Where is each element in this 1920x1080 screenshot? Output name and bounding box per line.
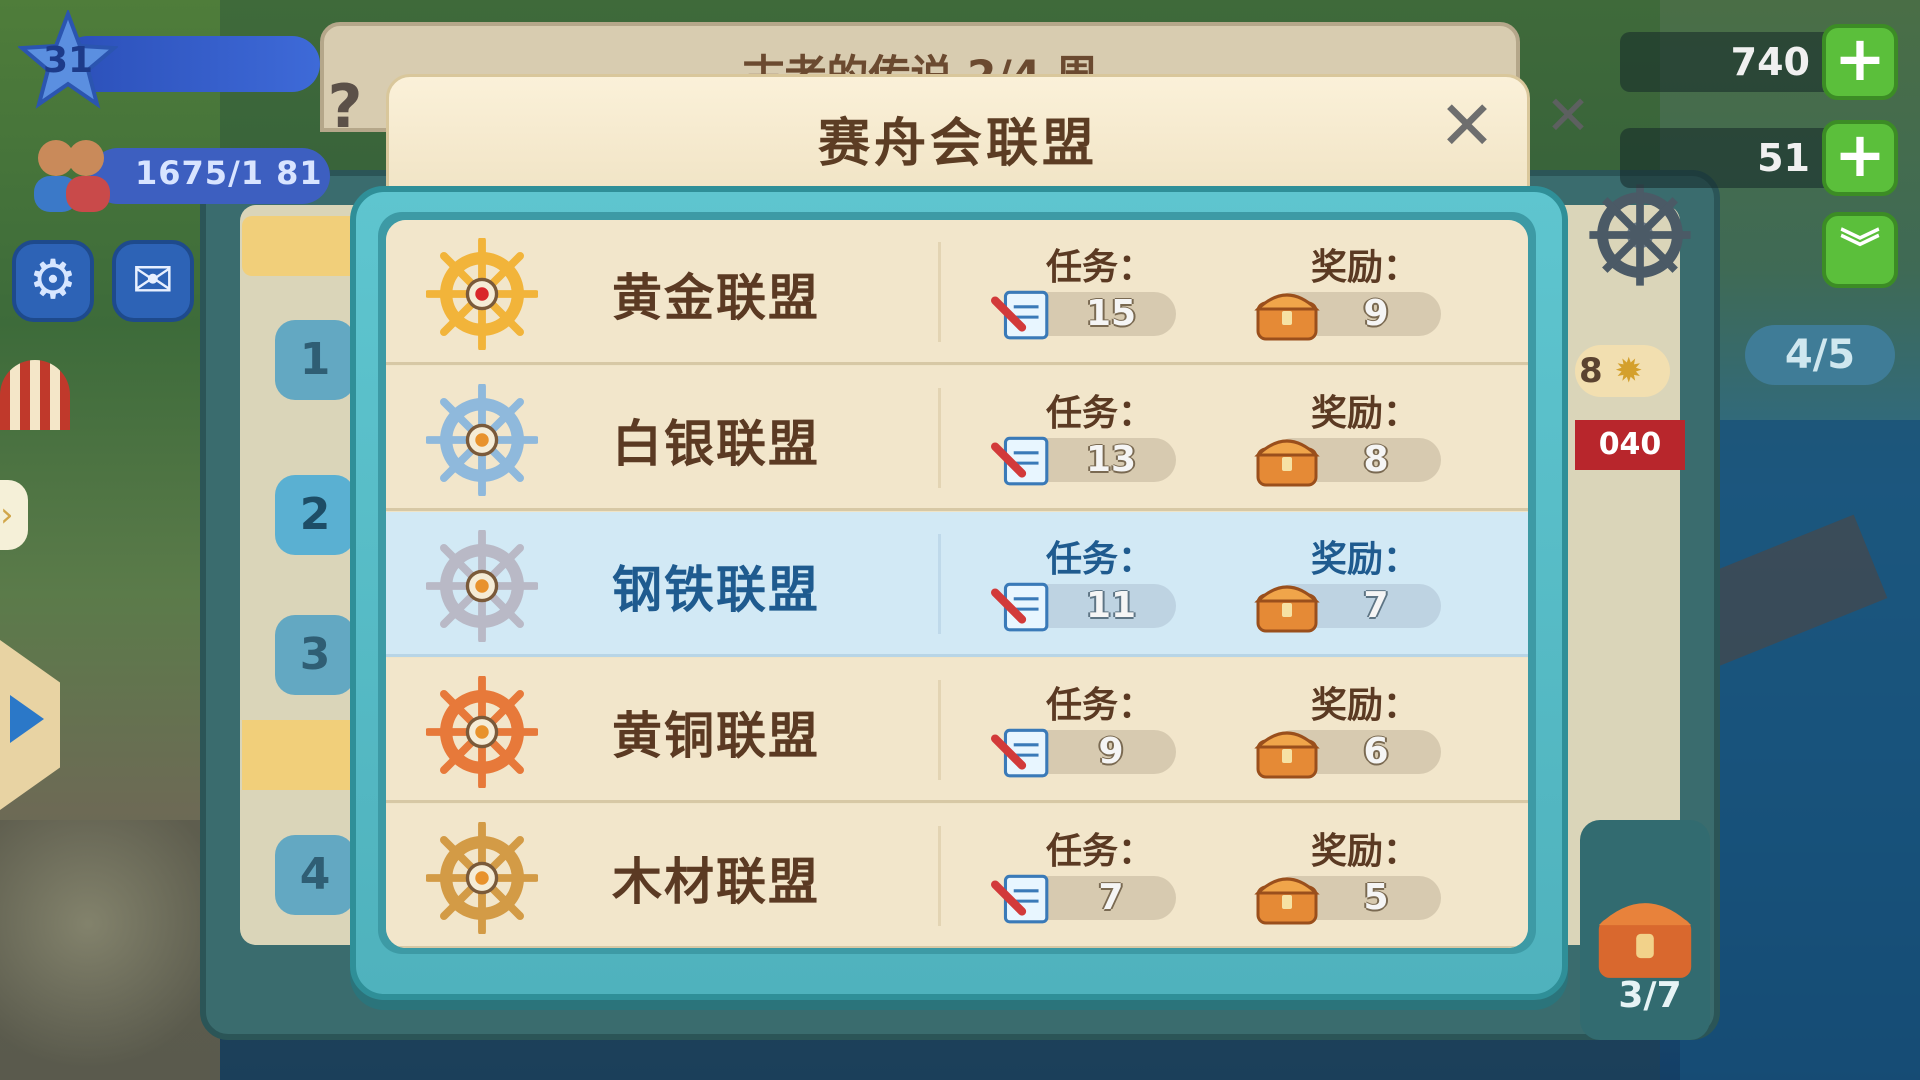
add-coins-button[interactable]: + [1822, 24, 1898, 100]
divider [938, 534, 941, 634]
ship-wheel-icon [426, 530, 538, 642]
coins-value: 740 [1730, 40, 1810, 84]
close-button[interactable]: ✕ [1430, 90, 1504, 164]
population-icon [34, 140, 110, 212]
settings-button[interactable]: ⚙ [12, 240, 94, 322]
player-level: 31 [42, 40, 94, 81]
task-count: 9 [1098, 731, 1124, 772]
treasure-chest-icon[interactable] [1590, 885, 1700, 985]
reward-count: 5 [1363, 877, 1389, 918]
background-close-button[interactable]: ✕ [1530, 78, 1606, 154]
treasure-chest-icon [1254, 731, 1320, 779]
task-label: 任务： [1046, 831, 1155, 872]
chest-progress: 3/7 [1618, 975, 1682, 1016]
task-note-icon [991, 436, 1049, 486]
add-gems-button[interactable]: + [1822, 120, 1898, 196]
points-value: 8 [1579, 351, 1603, 391]
mail-button[interactable]: ✉ [112, 240, 194, 322]
league-name: 木材联盟 [612, 853, 820, 911]
treasure-chest-icon [1254, 585, 1320, 633]
divider [938, 680, 941, 780]
reward-label: 奖励： [1311, 685, 1420, 726]
league-list: 黄金联盟 任务： 奖励： 15 9 白银联盟 任务： 奖励： 13 8 钢铁联盟… [386, 220, 1528, 948]
close-icon: ✕ [1438, 87, 1496, 166]
gems-value: 51 [1757, 136, 1810, 180]
side-strip [242, 216, 352, 276]
treasure-chest-icon [1254, 293, 1320, 341]
envelope-icon: ✉ [132, 251, 174, 309]
league-name: 黄铜联盟 [612, 707, 820, 765]
ship-wheel-icon [426, 822, 538, 934]
rank-number: 4 [275, 835, 355, 915]
modal-header: 赛舟会联盟 [386, 74, 1530, 204]
task-note-icon [991, 290, 1049, 340]
reward-count: 9 [1363, 293, 1389, 334]
side-tab-button[interactable]: › [0, 480, 28, 550]
league-row[interactable]: 黄金联盟 任务： 奖励： 15 9 [386, 220, 1528, 365]
treasure-chest-icon [1254, 877, 1320, 925]
reward-count: 7 [1363, 585, 1389, 626]
expand-menu-button[interactable]: ︾ [1822, 212, 1898, 288]
reward-label: 奖励： [1311, 393, 1420, 434]
reward-label: 奖励： [1311, 539, 1420, 580]
ship-wheel-icon [1589, 184, 1691, 286]
league-row[interactable]: 黄铜联盟 任务： 奖励： 9 6 [386, 658, 1528, 803]
task-count: 11 [1085, 585, 1137, 626]
chevron-right-icon: › [0, 495, 14, 535]
ship-wheel-icon [426, 384, 538, 496]
task-label: 任务： [1046, 539, 1155, 580]
task-note-icon [991, 874, 1049, 924]
league-name: 黄金联盟 [612, 269, 820, 327]
help-button[interactable]: ? [305, 72, 385, 162]
reward-count: 6 [1363, 731, 1389, 772]
play-icon [10, 695, 44, 743]
task-note-icon [991, 582, 1049, 632]
league-name: 钢铁联盟 [612, 561, 820, 619]
task-label: 任务： [1046, 393, 1155, 434]
league-name: 白银联盟 [612, 415, 820, 473]
gear-icon: ✹ [1614, 351, 1644, 391]
task-count: 15 [1085, 293, 1137, 334]
task-note-icon [991, 728, 1049, 778]
league-row[interactable]: 木材联盟 任务： 奖励： 7 5 [386, 804, 1528, 948]
reward-label: 奖励： [1311, 831, 1420, 872]
divider [938, 388, 941, 488]
modal-title: 赛舟会联盟 [817, 114, 1098, 174]
rank-number: 1 [275, 320, 355, 400]
league-row[interactable]: 白银联盟 任务： 奖励： 13 8 [386, 366, 1528, 511]
task-label: 任务： [1046, 685, 1155, 726]
reward-count: 8 [1363, 439, 1389, 480]
rank-number: 2 [275, 475, 355, 555]
ship-wheel-icon [426, 238, 538, 350]
circus-tent [0, 360, 70, 430]
league-progress: 4/5 [1745, 325, 1895, 385]
population-count: 1675/1 81 [135, 154, 323, 192]
divider [938, 242, 941, 342]
reward-label: 奖励： [1311, 247, 1420, 288]
rocks [0, 820, 220, 1080]
task-label: 任务： [1046, 247, 1155, 288]
league-row[interactable]: 钢铁联盟 任务： 奖励： 11 7 [386, 512, 1528, 657]
task-count: 7 [1098, 877, 1124, 918]
score-ribbon: 040 [1575, 420, 1685, 470]
ship-wheel-icon [426, 676, 538, 788]
treasure-chest-icon [1254, 439, 1320, 487]
gear-icon: ⚙ [28, 248, 78, 311]
task-count: 13 [1085, 439, 1137, 480]
points-badge: 8 ✹ [1575, 345, 1670, 397]
rank-number: 3 [275, 615, 355, 695]
side-strip [242, 720, 352, 790]
divider [938, 826, 941, 926]
chevron-down-icon: ︾ [1840, 226, 1880, 272]
